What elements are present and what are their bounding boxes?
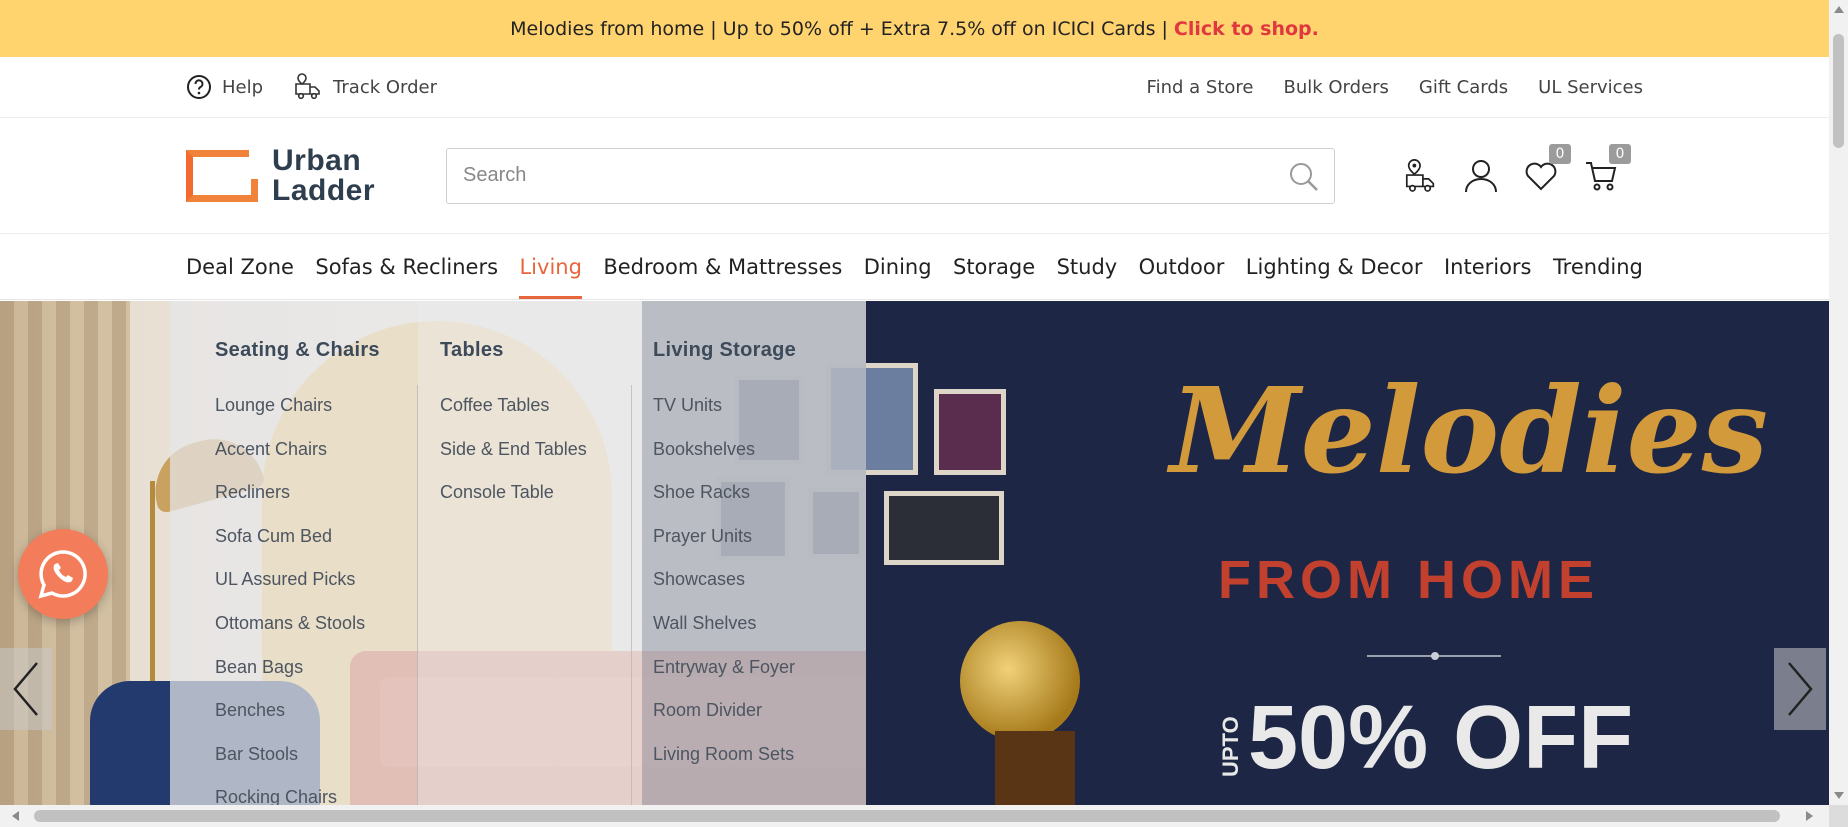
scroll-right-arrow-icon[interactable] [1806,811,1813,821]
menu-column-living-storage: Living Storage TV Units Bookshelves Shoe… [642,301,866,805]
menu-item-shoe-racks[interactable]: Shoe Racks [653,482,795,526]
cart-button[interactable]: 0 [1583,143,1631,196]
tab-trending[interactable]: Trending [1553,234,1643,299]
hero-upto: UPTO [1218,716,1243,777]
account-icon [1465,159,1497,192]
tab-sofas-recliners[interactable]: Sofas & Recliners [315,234,498,299]
help-icon [187,75,211,99]
gift-cards-link[interactable]: Gift Cards [1419,77,1508,98]
horizontal-scrollbar[interactable] [0,805,1848,827]
scroll-down-arrow-icon[interactable] [1834,792,1844,799]
truck-location-icon [295,73,320,100]
menu-item-ul-assured-picks[interactable]: UL Assured Picks [215,569,365,613]
menu-item-lounge-chairs[interactable]: Lounge Chairs [215,395,365,439]
help-link[interactable]: Help [186,74,263,100]
page-viewport: Melodies from home | Up to 50% off + Ext… [0,0,1829,805]
menu-column-tables: Tables Coffee Tables Side & End Tables C… [418,301,642,805]
menu-item-bookshelves[interactable]: Bookshelves [653,439,795,483]
search-input[interactable] [463,164,1318,187]
find-store-link[interactable]: Find a Store [1147,77,1254,98]
menu-item-wall-shelves[interactable]: Wall Shelves [653,613,795,657]
logo-word-2: Ladder [272,173,376,207]
menu-heading-living-storage[interactable]: Living Storage [653,339,796,362]
tab-dining[interactable]: Dining [864,234,932,299]
hero-gramophone [960,621,1080,741]
menu-item-entryway-foyer[interactable]: Entryway & Foyer [653,657,795,701]
menu-item-bar-stools[interactable]: Bar Stools [215,744,365,788]
tab-bedroom-mattresses[interactable]: Bedroom & Mattresses [603,234,842,299]
living-mega-menu: Seating & Chairs Lounge Chairs Accent Ch… [170,301,866,805]
menu-item-living-room-sets[interactable]: Living Room Sets [653,744,795,788]
scroll-up-arrow-icon[interactable] [1834,6,1844,13]
account-button[interactable] [1463,156,1499,196]
hero-title: Melodies [1170,361,1769,500]
vertical-scrollbar[interactable] [1829,0,1848,805]
menu-item-showcases[interactable]: Showcases [653,569,795,613]
whatsapp-icon [38,550,87,599]
menu-item-recliners[interactable]: Recliners [215,482,365,526]
bulk-orders-link[interactable]: Bulk Orders [1283,77,1388,98]
logo-mark-icon [186,142,265,202]
store-locator-icon [1405,158,1435,192]
menu-item-console-table[interactable]: Console Table [440,482,587,526]
menu-item-room-divider[interactable]: Room Divider [653,700,795,744]
heart-icon [1525,162,1557,190]
menu-item-rocking-chairs[interactable]: Rocking Chairs [215,787,365,805]
promo-banner[interactable]: Melodies from home | Up to 50% off + Ext… [0,0,1829,57]
hero-subtitle: FROM HOME [1218,550,1599,610]
menu-item-tv-units[interactable]: TV Units [653,395,795,439]
category-nav: Deal Zone Sofas & Recliners Living Bedro… [0,234,1829,300]
menu-item-prayer-units[interactable]: Prayer Units [653,526,795,570]
promo-cta-link[interactable]: Click to shop. [1174,18,1319,40]
search-box[interactable] [446,147,1335,204]
search-icon[interactable] [1288,161,1320,193]
menu-item-accent-chairs[interactable]: Accent Chairs [215,439,365,483]
menu-heading-seating[interactable]: Seating & Chairs [215,339,380,362]
store-locator-button[interactable] [1403,156,1439,196]
track-order-label: Track Order [333,76,438,98]
menu-item-coffee-tables[interactable]: Coffee Tables [440,395,587,439]
urban-ladder-logo[interactable]: Urban Ladder [186,142,446,207]
menu-item-sofa-cum-bed[interactable]: Sofa Cum Bed [215,526,365,570]
cart-icon [1586,161,1617,190]
carousel-next-button[interactable] [1774,648,1826,730]
wishlist-button[interactable]: 0 [1523,143,1571,196]
wishlist-count-badge: 0 [1549,143,1571,164]
tab-interiors[interactable]: Interiors [1444,234,1532,299]
tab-deal-zone[interactable]: Deal Zone [186,234,294,299]
tab-study[interactable]: Study [1057,234,1118,299]
menu-item-ottomans-stools[interactable]: Ottomans & Stools [215,613,365,657]
help-label: Help [222,76,264,98]
utility-bar: Help Track Order Find a Store Bulk Order… [0,57,1829,118]
menu-item-benches[interactable]: Benches [215,700,365,744]
scroll-left-arrow-icon[interactable] [12,811,19,821]
vertical-scroll-thumb[interactable] [1833,34,1844,148]
menu-heading-tables[interactable]: Tables [440,339,504,362]
horizontal-scroll-thumb[interactable] [34,810,1780,822]
chevron-left-icon [13,662,38,716]
whatsapp-chat-button[interactable] [18,529,108,619]
logo-word-1: Urban [272,143,362,177]
menu-item-bean-bags[interactable]: Bean Bags [215,657,365,701]
carousel-prev-button[interactable] [0,648,52,730]
tab-living[interactable]: Living [519,234,583,299]
menu-item-side-end-tables[interactable]: Side & End Tables [440,439,587,483]
cart-count-badge: 0 [1609,143,1631,164]
chevron-right-icon [1788,662,1813,716]
hero-divider [1367,652,1501,660]
tab-storage[interactable]: Storage [953,234,1035,299]
site-header: Urban Ladder 0 0 [0,118,1829,234]
track-order-link[interactable]: Track Order [293,72,437,102]
scrollbar-corner [1829,805,1848,827]
ul-services-link[interactable]: UL Services [1538,77,1643,98]
menu-column-seating: Seating & Chairs Lounge Chairs Accent Ch… [170,301,418,805]
tab-lighting-decor[interactable]: Lighting & Decor [1246,234,1423,299]
hero-offer: 50% OFF [1248,688,1634,788]
promo-text: Melodies from home | Up to 50% off + Ext… [510,17,1168,40]
tab-outdoor[interactable]: Outdoor [1139,234,1225,299]
